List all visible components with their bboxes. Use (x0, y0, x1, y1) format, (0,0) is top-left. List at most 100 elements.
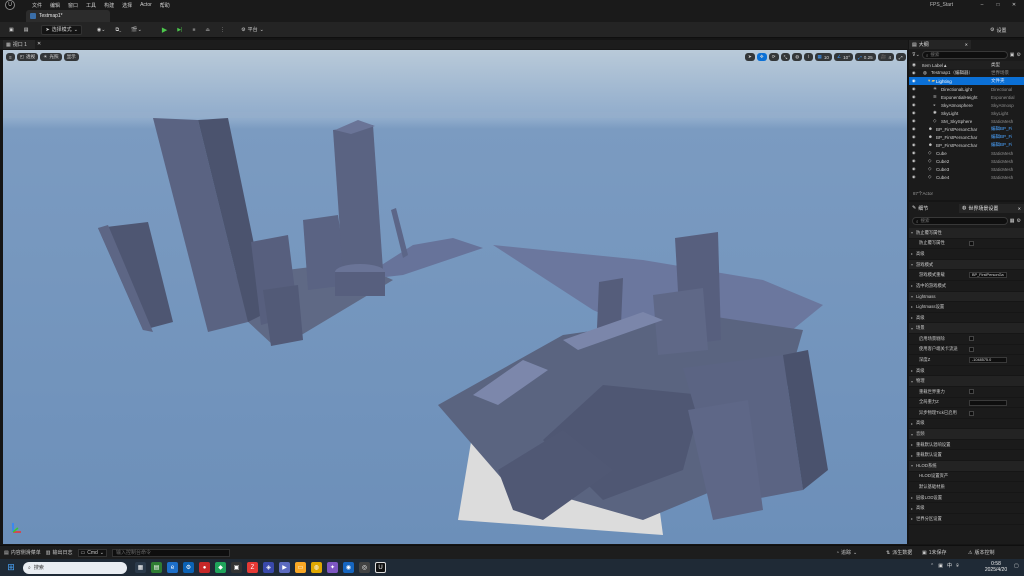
property-checkbox[interactable] (969, 410, 974, 416)
outliner-row[interactable]: ◉ ◇ Cube4 StaticMesh (909, 173, 1024, 181)
chat-app-icon[interactable]: ◈ (263, 562, 274, 573)
details-tab[interactable]: ✎ 细节 (909, 203, 959, 213)
play-button[interactable]: ▶ (159, 25, 170, 35)
details-settings-icon[interactable]: ⚙ (1017, 218, 1021, 224)
menu-select[interactable]: 选择 (122, 2, 132, 9)
chevron-down-icon[interactable]: ▾ (911, 326, 913, 331)
chevron-right-icon[interactable]: ▸ (911, 368, 913, 373)
outliner-row[interactable]: ◉ ☀ DirectionalLight Directional (909, 85, 1024, 93)
menu-file[interactable]: 文件 (32, 2, 42, 9)
visibility-eye-icon[interactable]: ◉ (912, 150, 917, 155)
red-app-icon[interactable]: ● (199, 562, 210, 573)
visibility-eye-icon[interactable]: ◉ (912, 118, 917, 123)
browser-icon[interactable]: e (167, 562, 178, 573)
rotate-tool-icon[interactable]: ⟳ (768, 53, 779, 61)
outliner-row-type[interactable]: 编辑BP_Fi (991, 134, 1012, 140)
select-tool-icon[interactable]: ➤ (745, 53, 755, 61)
visibility-eye-icon[interactable]: ◉ (912, 174, 917, 179)
z-app-icon[interactable]: Z (247, 562, 258, 573)
outliner-row[interactable]: ◉ ◒ SkyAtmosphere SkyAtmosp (909, 101, 1024, 109)
details-category[interactable]: ▾ 场景 (909, 323, 1024, 334)
play-options-icon[interactable]: ⋮ (217, 25, 228, 35)
details-subsection[interactable]: ▸ 高级 (909, 419, 1024, 430)
media-app-icon[interactable]: ▶ (279, 562, 290, 573)
visibility-eye-icon[interactable]: ◉ (912, 166, 917, 171)
chevron-right-icon[interactable]: ▸ (911, 421, 913, 426)
visibility-eye-icon[interactable]: ◉ (912, 78, 917, 83)
step-icon[interactable]: ▶| (174, 25, 185, 35)
level-viewport[interactable]: ≡ ◰ 透视 ☀ 光照 显示 ➤ ✥ ⟳ ⤡ ◍ ⌇ ▦ 10 ∠ 10° ⤢ … (3, 50, 907, 544)
outliner-row[interactable]: ◉ ☻ BP_FirstPersonChar 编辑BP_Fi (909, 125, 1024, 133)
property-checkbox[interactable] (969, 336, 974, 342)
source-control-button[interactable]: ⚠ 版本控制 (968, 549, 995, 557)
visibility-eye-icon[interactable]: ◉ (912, 110, 917, 115)
viewport-tab-close-icon[interactable]: ✕ (37, 41, 41, 47)
minimize-icon[interactable]: – (978, 1, 986, 9)
world-local-icon[interactable]: ◍ (792, 53, 803, 61)
chevron-down-icon[interactable]: ▾ (911, 379, 913, 384)
type-header[interactable]: 类型 (991, 62, 1000, 68)
menu-window[interactable]: 窗口 (68, 2, 78, 9)
details-subsection[interactable]: ▸ 层级LOD设置 (909, 493, 1024, 504)
chevron-right-icon[interactable]: ▸ (911, 442, 913, 447)
outliner-row-type[interactable]: 编辑BP_Fi (991, 126, 1012, 132)
outliner-row[interactable]: ◉ ◇ SM_SkySphere StaticMesh (909, 117, 1024, 125)
visibility-eye-icon[interactable]: ◉ (912, 94, 917, 99)
green-app-icon[interactable]: ◆ (215, 562, 226, 573)
outliner-row[interactable]: ◉ ≋ ExponentialHeight Exponential (909, 93, 1024, 101)
outliner-close-icon[interactable]: ✕ (965, 42, 968, 47)
details-grid-icon[interactable]: ▦ (1010, 218, 1015, 224)
output-log-button[interactable]: ▥ 输出日志 (46, 549, 73, 557)
grid-snap-button[interactable]: ▦ 10 (814, 53, 832, 61)
details-subsection[interactable]: ▸ 重载默认混响设置 (909, 440, 1024, 451)
chevron-down-icon[interactable]: ▾ (911, 262, 913, 267)
details-subsection[interactable]: ▸ 选中的游戏模式 (909, 281, 1024, 292)
property-checkbox[interactable] (969, 389, 974, 395)
tray-app-icon[interactable]: ▣ (938, 563, 943, 569)
unreal-logo-icon[interactable]: U (5, 0, 15, 10)
details-category[interactable]: ▾ 物理 (909, 376, 1024, 387)
property-checkbox[interactable] (969, 241, 974, 247)
record-app-icon[interactable]: ◎ (359, 562, 370, 573)
details-subsection[interactable]: ▸ 重载默认设置 (909, 450, 1024, 462)
dark-app-icon[interactable]: ▣ (231, 562, 242, 573)
maximize-viewport-icon[interactable]: ⤢ (896, 53, 906, 61)
level-tab[interactable]: Testmap1* (26, 10, 110, 22)
scale-tool-icon[interactable]: ⤡ (780, 53, 791, 61)
details-category[interactable]: ▾ Lightmass (909, 291, 1024, 303)
world-settings-tab[interactable]: ◍ 世界场景设置 ✕ (959, 203, 1024, 213)
menu-edit[interactable]: 编辑 (50, 2, 60, 9)
details-subsection[interactable]: ▸ 高级 (909, 366, 1024, 377)
property-value-field[interactable] (969, 399, 1007, 406)
outliner-row[interactable]: ◉ ◇ Cube2 StaticMesh (909, 157, 1024, 165)
scale-snap-button[interactable]: ⤢ 0.25 (855, 53, 876, 61)
rotation-snap-button[interactable]: ∠ 10° (834, 53, 854, 61)
filter-icon[interactable]: ⊽⌄ (912, 52, 920, 58)
camera-speed-button[interactable]: 🎥 4 (877, 53, 895, 61)
chevron-down-icon[interactable]: ▾ (911, 294, 913, 299)
language-indicator[interactable]: 中 (947, 562, 952, 569)
menu-tools[interactable]: 工具 (86, 2, 96, 9)
browse-icon[interactable]: ▤ (21, 25, 32, 35)
outliner-search-input[interactable]: ⌕ 搜索 (921, 51, 1008, 59)
details-subsection[interactable]: ▸ 世界分区设置 (909, 514, 1024, 525)
visibility-eye-icon[interactable]: ◉ (912, 86, 917, 91)
outliner-tab[interactable]: ▤ 大纲 ✕ (909, 40, 971, 49)
chevron-right-icon[interactable]: ▸ (911, 516, 913, 521)
taskbar-search[interactable]: ⌕ 搜索 (23, 561, 127, 574)
visibility-eye-icon[interactable]: ◉ (912, 126, 917, 131)
unsaved-button[interactable]: ▣ 1未保存 (922, 549, 947, 557)
clock[interactable]: 0:58 2025/4/20 (982, 561, 1010, 573)
platforms-button[interactable]: ⚙ 平台 ⌄ (238, 25, 267, 35)
viewport-tab[interactable]: ▦ 视口 1 (3, 40, 35, 49)
visibility-eye-icon[interactable]: ◉ (912, 102, 917, 107)
unreal-engine-app-icon[interactable]: U (375, 562, 386, 573)
outliner-settings-icon[interactable]: ⚙ (1017, 52, 1021, 58)
chrome-icon[interactable]: ◍ (311, 562, 322, 573)
chevron-down-icon[interactable]: ▾ (911, 463, 913, 468)
chevron-down-icon[interactable]: ▾ (911, 432, 913, 437)
show-button[interactable]: 显示 (63, 53, 79, 61)
cinematics-button[interactable]: 🎬⌄ (128, 25, 144, 35)
outliner-row[interactable]: ◉ ▾ ▰ Lighting 文件夹 (909, 77, 1024, 85)
chevron-right-icon[interactable]: ▸ (911, 495, 913, 500)
